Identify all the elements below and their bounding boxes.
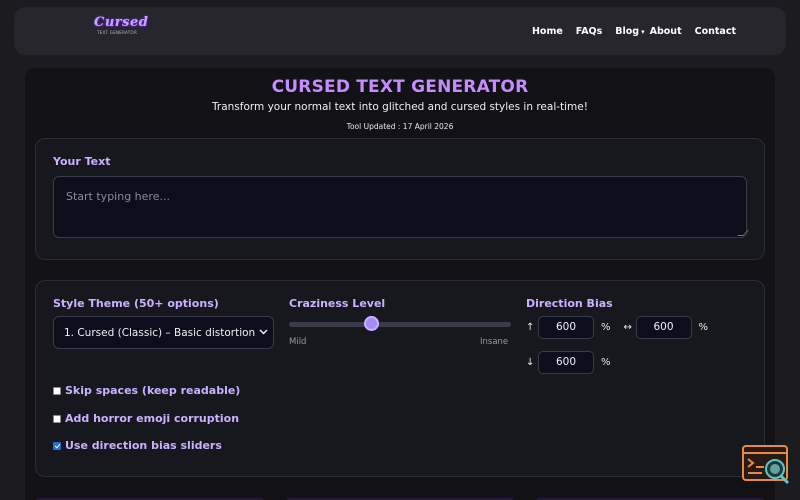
percent-label: %: [601, 357, 611, 368]
options-card: Style Theme (50+ options) Craziness Leve…: [35, 280, 765, 477]
nav-home[interactable]: Home: [532, 26, 563, 37]
arrow-horizontal-icon: ↔: [623, 322, 632, 333]
percent-label: %: [698, 322, 709, 333]
skip-spaces-label: Skip spaces (keep readable): [65, 384, 241, 397]
style-theme-value: 1. Cursed (Classic) – Basic distortion: [64, 326, 256, 339]
direction-row-top: ↑ 600 % ↔ 600 %: [526, 316, 708, 339]
direction-bias-checkbox[interactable]: [53, 441, 61, 450]
text-input[interactable]: [53, 176, 747, 238]
nav-faqs[interactable]: FAQs: [576, 26, 602, 37]
logo-word: Cursed: [94, 15, 149, 30]
chevron-down-icon: ▾: [641, 27, 645, 36]
updated-date: Tool Updated : 17 April 2026: [346, 122, 454, 131]
skip-spaces-option[interactable]: Skip spaces (keep readable): [53, 384, 240, 397]
main-panel: CURSED TEXT GENERATOR Transform your nor…: [25, 68, 775, 500]
style-theme-select[interactable]: 1. Cursed (Classic) – Basic distortion: [53, 316, 274, 349]
craziness-slider-thumb[interactable]: [363, 316, 379, 331]
navbar: Cursed TEXT GENERATOR Home FAQs Blog ▾ Ab…: [14, 7, 786, 55]
slider-max-label: Insane: [480, 337, 509, 347]
nav-blog-group: Blog ▾ About: [615, 26, 681, 37]
nav-contact[interactable]: Contact: [695, 26, 736, 37]
horror-emoji-checkbox[interactable]: [53, 414, 61, 423]
direction-bias-label: Direction Bias: [526, 297, 613, 310]
page-subtitle: Transform your normal text into glitched…: [212, 101, 588, 113]
craziness-slider-track[interactable]: [289, 322, 511, 327]
your-text-label: Your Text: [53, 155, 111, 168]
direction-down-input[interactable]: 600: [538, 351, 594, 374]
chevron-down-icon: [259, 328, 268, 337]
craziness-label: Craziness Level: [289, 297, 386, 310]
nav-about[interactable]: About: [650, 26, 682, 37]
nav-blog[interactable]: Blog ▾: [615, 26, 644, 37]
horror-emoji-option[interactable]: Add horror emoji corruption: [53, 412, 239, 425]
arrow-down-icon: ↓: [526, 357, 535, 368]
text-input-card: Your Text: [35, 138, 765, 260]
code-search-icon: [742, 445, 790, 485]
direction-side-input[interactable]: 600: [635, 316, 692, 339]
percent-label: %: [601, 322, 611, 333]
arrow-up-icon: ↑: [526, 322, 535, 333]
page-title: CURSED TEXT GENERATOR: [271, 77, 529, 97]
site-logo[interactable]: Cursed TEXT GENERATOR: [94, 15, 149, 45]
horror-emoji-label: Add horror emoji corruption: [65, 412, 240, 425]
skip-spaces-checkbox[interactable]: [53, 386, 61, 395]
style-theme-label: Style Theme (50+ options): [53, 297, 219, 310]
direction-up-input[interactable]: 600: [538, 316, 594, 339]
direction-row-bottom: ↓ 600 %: [526, 351, 611, 374]
direction-bias-option[interactable]: Use direction bias sliders: [53, 439, 222, 452]
logo-subtitle: TEXT GENERATOR: [96, 30, 138, 35]
nav-links: Home FAQs Blog ▾ About Contact: [532, 7, 736, 55]
slider-min-label: Mild: [289, 337, 307, 347]
code-search-widget[interactable]: [742, 445, 790, 485]
nav-blog-label: Blog: [615, 25, 640, 37]
direction-bias-toggle-label: Use direction bias sliders: [65, 439, 222, 452]
